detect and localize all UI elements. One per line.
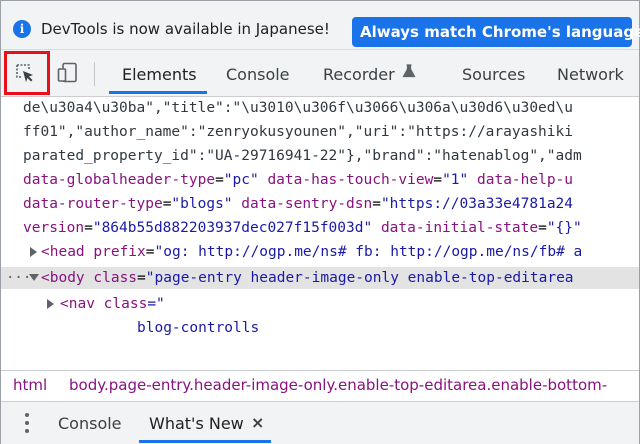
infobar-message: DevTools is now available in Japanese!: [41, 20, 330, 38]
attr-name: data-globalheader-type: [23, 172, 216, 188]
attr-name: data-router-type: [23, 196, 163, 212]
attribute-line: data-globalheader-type="pc" data-has-tou…: [23, 172, 574, 188]
head-node[interactable]: <head prefix="og: http://ogp.me/ns# fb: …: [41, 241, 582, 263]
tab-sources[interactable]: Sources: [462, 65, 525, 84]
active-tab-indicator: [109, 91, 207, 94]
device-toolbar-icon[interactable]: [57, 62, 79, 84]
attr-value: "{}": [546, 220, 582, 236]
tab-recorder[interactable]: Recorder: [323, 65, 395, 84]
elements-dom-tree[interactable]: de\u30a4\u30ba","title":"\u3010\u306f\u3…: [1, 97, 639, 365]
attribute-line: data-router-type="blogs" data-sentry-dsn…: [23, 196, 574, 212]
attr-name: data-has-touch-view: [267, 172, 434, 188]
drawer-tab-console[interactable]: Console: [58, 414, 122, 433]
json-text-line: de\u30a4\u30ba","title":"\u3010\u306f\u3…: [23, 100, 573, 116]
attr-value: "pc": [223, 172, 259, 188]
devtools-drawer-toolbar: Console What's New ×: [1, 401, 639, 444]
attr-value: "https://03a33e4781a24: [380, 196, 574, 212]
attr-name: class: [103, 296, 148, 312]
json-text-line: parated_property_id":"UA-29716941-22"},"…: [23, 148, 582, 164]
attr-name: prefix: [93, 244, 146, 260]
attr-value: "1": [442, 172, 469, 188]
active-drawer-tab-indicator: [139, 440, 271, 443]
always-match-language-button[interactable]: Always match Chrome's language: [352, 17, 640, 47]
close-icon[interactable]: ×: [251, 413, 264, 432]
language-infobar: i DevTools is now available in Japanese!…: [1, 1, 640, 50]
tag-name: <nav: [60, 296, 95, 312]
attribute-line: version="864b55d882203937dec027f15f003d"…: [23, 220, 582, 236]
attr-value: "og: http://ogp.me/ns# fb: http://ogp.me…: [154, 244, 583, 260]
expand-arrow-icon[interactable]: [47, 299, 54, 309]
tag-name: <head: [41, 244, 85, 260]
attr-value: "blogs": [171, 196, 233, 212]
breadcrumb-item-body[interactable]: body.page-entry.header-image-only.enable…: [69, 376, 607, 394]
attr-value: "page-entry header-image-only enable-top…: [145, 270, 574, 286]
nav-node[interactable]: <nav class=": [60, 293, 165, 315]
breadcrumb-item-html[interactable]: html: [13, 376, 47, 394]
attr-value: =": [147, 296, 165, 312]
tab-console[interactable]: Console: [226, 65, 290, 84]
json-text-line: ff01","author_name":"zenryokusyounen","u…: [23, 124, 573, 140]
body-node[interactable]: <body class="page-entry header-image-onl…: [41, 267, 574, 289]
drawer-tab-whats-new[interactable]: What's New: [149, 414, 244, 433]
attr-name: data-initial-state: [380, 220, 539, 236]
expand-arrow-icon[interactable]: [30, 247, 37, 257]
attr-name: data-help-u: [477, 172, 574, 188]
devtools-main-toolbar: Elements Console Recorder Sources Networ…: [1, 50, 639, 97]
tab-network[interactable]: Network: [557, 65, 624, 84]
more-options-icon[interactable]: ···: [6, 267, 31, 289]
attr-name: class: [93, 270, 138, 286]
inspect-element-highlight[interactable]: [4, 51, 50, 95]
breadcrumb: html body.page-entry.header-image-only.e…: [1, 370, 639, 401]
tag-name: <body: [41, 270, 85, 286]
kebab-menu-icon[interactable]: [25, 413, 29, 433]
collapse-arrow-icon[interactable]: [29, 274, 39, 281]
toolbar-divider: [94, 62, 95, 86]
attr-name: data-sentry-dsn: [241, 196, 373, 212]
tab-elements[interactable]: Elements: [122, 65, 197, 84]
nav-class-value: blog-controlls: [137, 320, 260, 336]
experimental-flask-icon: [402, 64, 416, 78]
info-icon: i: [13, 20, 31, 38]
attr-value: "864b55d882203937dec027f15f003d": [92, 220, 373, 236]
attr-name: version: [23, 220, 85, 236]
inspect-element-icon[interactable]: [14, 62, 36, 84]
